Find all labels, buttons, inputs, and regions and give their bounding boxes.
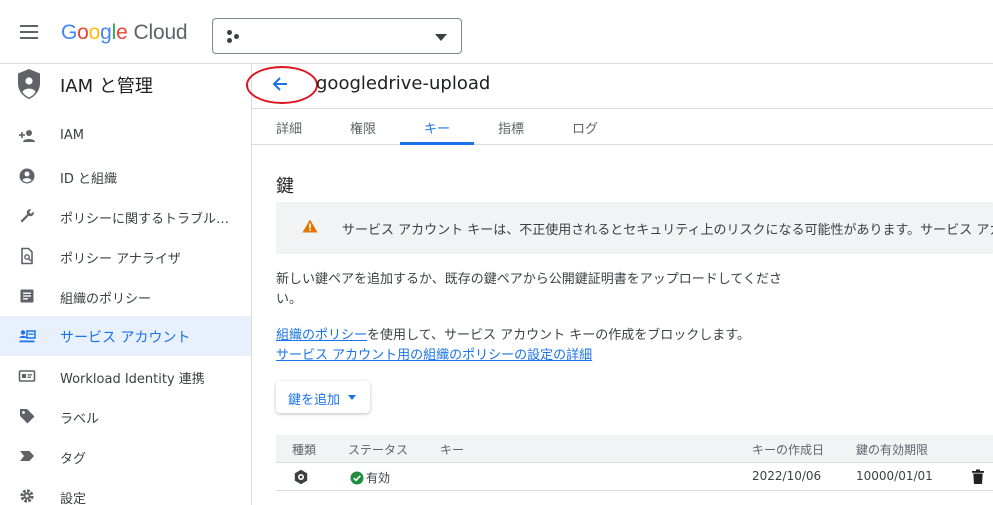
header-type: 種類 (292, 443, 317, 457)
person-add-icon (18, 127, 36, 145)
warning-icon (302, 219, 318, 233)
shield-icon (18, 69, 40, 99)
sidebar-item-label: ポリシー アナライザ (60, 252, 181, 267)
sidebar-item-settings[interactable]: 設定 (0, 476, 251, 505)
key-type-icon (294, 469, 308, 485)
caret-down-icon (348, 395, 356, 400)
policy-info: 組織のポリシーを使用して、サービス アカウント キーの作成をブロックします。 サ… (276, 326, 750, 366)
page-header: googledrive-upload (246, 64, 993, 109)
check-circle-icon (350, 471, 364, 484)
sidebar-item-label: Workload Identity 連携 (60, 372, 205, 387)
sidebar-item-label: タグ (60, 452, 87, 467)
tab-metrics[interactable]: 指標 (498, 118, 524, 137)
description-text: 新しい鍵ペアを追加するか、既存の鍵ペアから公開鍵証明書をアップロードしてください… (276, 272, 782, 307)
sidebar-item-service-accounts[interactable]: サービス アカウント (0, 316, 251, 356)
header-expires: 鍵の有効期限 (856, 443, 929, 457)
tab-bar: 詳細 権限 キー 指標 ログ (252, 109, 993, 145)
label-tag-icon (18, 407, 36, 425)
main-content: googledrive-upload 詳細 権限 キー 指標 ログ 鍵 サービス… (246, 64, 993, 505)
sidebar-item-policy-troubleshooter[interactable]: ポリシーに関するトラブルシューティング (0, 196, 251, 236)
created-date: 2022/10/06 (752, 469, 822, 483)
org-policy-link[interactable]: 組織のポリシー (276, 328, 367, 343)
page-title: googledrive-upload (316, 73, 491, 94)
sidebar-item-workload-identity[interactable]: Workload Identity 連携 (0, 356, 251, 396)
sidebar-item-tags[interactable]: タグ (0, 436, 251, 476)
gear-icon (18, 487, 36, 505)
delete-icon[interactable] (971, 469, 985, 485)
status-badge: 有効 (350, 469, 390, 486)
header-key: キー (440, 443, 465, 457)
tab-details[interactable]: 詳細 (276, 118, 302, 137)
service-account-icon (18, 327, 36, 345)
sidebar-item-label: ポリシーに関するトラブルシューティング (60, 212, 240, 227)
logo-cloud-text: Cloud (133, 21, 188, 44)
menu-icon[interactable] (14, 20, 46, 44)
top-bar: Google Cloud (0, 0, 993, 64)
policy-detail-link[interactable]: サービス アカウント用の組織のポリシーの設定の詳細 (276, 348, 592, 363)
section-title: 鍵 (276, 176, 294, 197)
expiry-date: 10000/01/01 (856, 469, 933, 483)
active-tab-indicator (400, 142, 474, 145)
tab-logs[interactable]: ログ (572, 118, 598, 137)
header-status: ステータス (348, 443, 409, 457)
account-circle-icon (18, 167, 36, 185)
google-cloud-logo[interactable]: Google Cloud (61, 21, 188, 45)
header-created: キーの作成日 (752, 443, 825, 457)
sidebar-item-label: 組織のポリシー (60, 292, 152, 307)
tab-keys[interactable]: キー (424, 118, 450, 137)
back-arrow-icon[interactable] (266, 70, 294, 98)
status-text: 有効 (366, 471, 391, 485)
add-key-label: 鍵を追加 (288, 393, 341, 408)
sidebar-item-label: サービス アカウント (60, 330, 191, 346)
table-header: 種類 ステータス キー キーの作成日 鍵の有効期限 (276, 435, 993, 463)
policy-text: を使用して、サービス アカウント キーの作成をブロックします。 (367, 328, 750, 343)
document-search-icon (18, 247, 36, 265)
sidebar-item-label: ラベル (60, 412, 100, 427)
chevron-down-icon (435, 34, 447, 41)
sidebar-item-labels[interactable]: ラベル (0, 396, 251, 436)
sidebar: IAM と管理 IAM ID と組織 ポリシーに関するトラブルシューティング ポ… (0, 64, 252, 505)
sidebar-item-iam[interactable]: IAM (0, 116, 251, 156)
sidebar-item-label: 設定 (60, 492, 87, 505)
wrench-icon (18, 207, 36, 225)
warning-text: サービス アカウント キーは、不正使用されるとセキュリティ上のリスクになる可能性… (342, 223, 993, 238)
sidebar-title: IAM と管理 (60, 76, 153, 97)
sidebar-item-identity-org[interactable]: ID と組織 (0, 156, 251, 196)
warning-banner: サービス アカウント キーは、不正使用されるとセキュリティ上のリスクになる可能性… (276, 202, 993, 254)
tab-permissions[interactable]: 権限 (350, 118, 376, 137)
project-selector[interactable] (212, 18, 462, 54)
project-dots-icon (227, 30, 243, 44)
sidebar-header: IAM と管理 (0, 64, 251, 108)
list-document-icon (18, 287, 36, 305)
logo-google-text: Google (61, 21, 128, 44)
sidebar-item-org-policies[interactable]: 組織のポリシー (0, 276, 251, 316)
add-key-button[interactable]: 鍵を追加 (276, 381, 370, 413)
sidebar-item-label: IAM (60, 128, 84, 143)
sidebar-item-label: ID と組織 (60, 172, 117, 187)
id-card-icon (18, 367, 36, 385)
table-row: 有効 2022/10/06 10000/01/01 (276, 463, 993, 491)
sidebar-item-policy-analyzer[interactable]: ポリシー アナライザ (0, 236, 251, 276)
tag-arrow-icon (18, 447, 36, 465)
